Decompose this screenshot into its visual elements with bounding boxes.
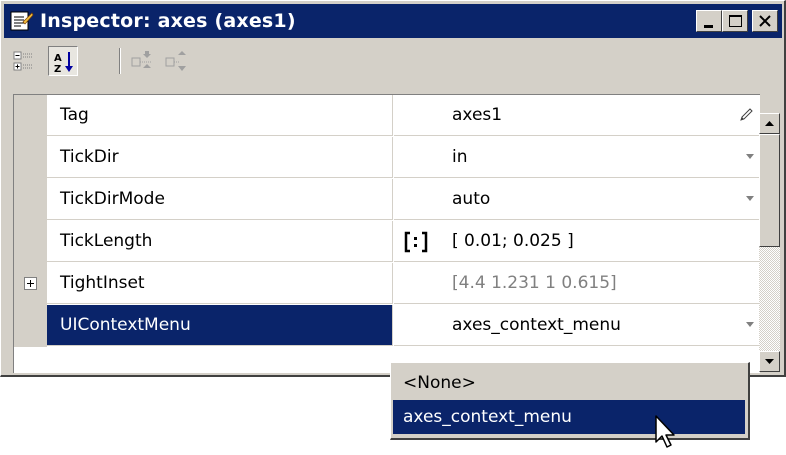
row-gutter: [14, 305, 47, 347]
property-row-tightinset[interactable]: TightInset [4.4 1.231 1 0.615]: [14, 263, 760, 305]
minimize-icon: [704, 25, 713, 28]
property-value-cell[interactable]: auto: [444, 179, 760, 220]
row-gutter: [14, 137, 47, 179]
property-row-tag[interactable]: Tag axes1: [14, 95, 760, 137]
property-value[interactable]: axes_context_menu: [452, 315, 621, 335]
property-row-ticklength[interactable]: TickLength [ 0.01; 0.025 ]: [14, 221, 760, 263]
property-value-cell: [4.4 1.231 1 0.615]: [444, 263, 760, 304]
collapse-all-button[interactable]: [162, 46, 192, 76]
close-icon: [759, 15, 771, 27]
alphabetical-sort-icon: A Z: [54, 52, 73, 75]
property-value[interactable]: axes1: [452, 105, 502, 125]
dropdown-arrow-icon[interactable]: [746, 154, 754, 159]
scroll-up-button[interactable]: [759, 113, 780, 134]
property-row-uicontextmenu[interactable]: UIContextMenu axes_context_menu: [14, 305, 760, 347]
title-bar[interactable]: Inspector: axes (axes1): [4, 4, 782, 38]
dropdown-arrow-icon[interactable]: [746, 322, 754, 327]
property-control-cell: [394, 305, 444, 346]
scroll-track[interactable]: [759, 134, 780, 351]
pencil-icon[interactable]: [738, 107, 754, 123]
close-button[interactable]: [752, 10, 778, 32]
row-gutter: [14, 263, 47, 305]
maximize-button[interactable]: [722, 10, 748, 32]
property-value-cell[interactable]: [ 0.01; 0.025 ]: [444, 221, 760, 262]
context-menu-dropdown-list[interactable]: <None> axes_context_menu: [390, 362, 750, 440]
window-title: Inspector: axes (axes1): [40, 10, 296, 32]
svg-text:Z: Z: [54, 64, 61, 75]
inspector-app-icon: [10, 10, 34, 32]
categorized-view-button[interactable]: [9, 46, 39, 76]
property-name: UIContextMenu: [47, 305, 393, 346]
dropdown-arrow-icon[interactable]: [746, 196, 754, 201]
svg-text:A: A: [54, 53, 62, 64]
dropdown-option-axes-context-menu[interactable]: axes_context_menu: [393, 400, 745, 434]
toolbar-separator: [119, 48, 121, 74]
up-arrow-icon: [765, 121, 774, 126]
property-row-tickdir[interactable]: TickDir in: [14, 137, 760, 179]
array-editor-icon[interactable]: [402, 230, 430, 254]
property-name: TickDirMode: [47, 179, 393, 220]
inspector-window: Inspector: axes (axes1) A Z Tag axes1 Ti…: [0, 0, 786, 377]
property-control-cell: [394, 263, 444, 304]
dropdown-option-none[interactable]: <None>: [393, 366, 745, 400]
property-name: TickLength: [47, 221, 393, 262]
property-control-cell: [394, 221, 444, 262]
vertical-scrollbar[interactable]: [759, 113, 780, 372]
property-value: [4.4 1.231 1 0.615]: [452, 273, 617, 293]
scroll-thumb[interactable]: [759, 134, 780, 247]
property-value-cell[interactable]: axes_context_menu: [444, 305, 760, 346]
collapse-all-icon: [165, 51, 186, 71]
row-gutter: [14, 221, 47, 263]
row-gutter: [14, 179, 47, 221]
property-control-cell: [394, 179, 444, 220]
expand-icon[interactable]: [24, 277, 37, 290]
property-value[interactable]: in: [452, 147, 468, 167]
toolbar: A Z: [4, 41, 782, 83]
property-name: TightInset: [47, 263, 393, 304]
minimize-button[interactable]: [696, 10, 722, 32]
maximize-icon: [729, 15, 742, 27]
mouse-pointer-icon: [655, 415, 675, 448]
expand-all-icon: [131, 51, 152, 68]
scroll-down-button[interactable]: [759, 351, 780, 372]
property-row-tickdirmode[interactable]: TickDirMode auto: [14, 179, 760, 221]
alphabetical-sort-button[interactable]: A Z: [48, 46, 78, 76]
property-control-cell: [394, 95, 444, 136]
property-grid: Tag axes1 TickDir in TickDirMode auto Ti…: [13, 94, 760, 373]
property-value[interactable]: [ 0.01; 0.025 ]: [452, 231, 574, 251]
categorized-view-icon: [13, 51, 33, 71]
property-value-cell[interactable]: in: [444, 137, 760, 178]
property-name: TickDir: [47, 137, 393, 178]
expand-all-button[interactable]: [128, 46, 158, 76]
property-control-cell: [394, 137, 444, 178]
row-gutter: [14, 95, 47, 137]
down-arrow-icon: [765, 359, 774, 364]
property-value-cell[interactable]: axes1: [444, 95, 760, 136]
property-name: Tag: [47, 95, 393, 136]
property-value[interactable]: auto: [452, 189, 490, 209]
